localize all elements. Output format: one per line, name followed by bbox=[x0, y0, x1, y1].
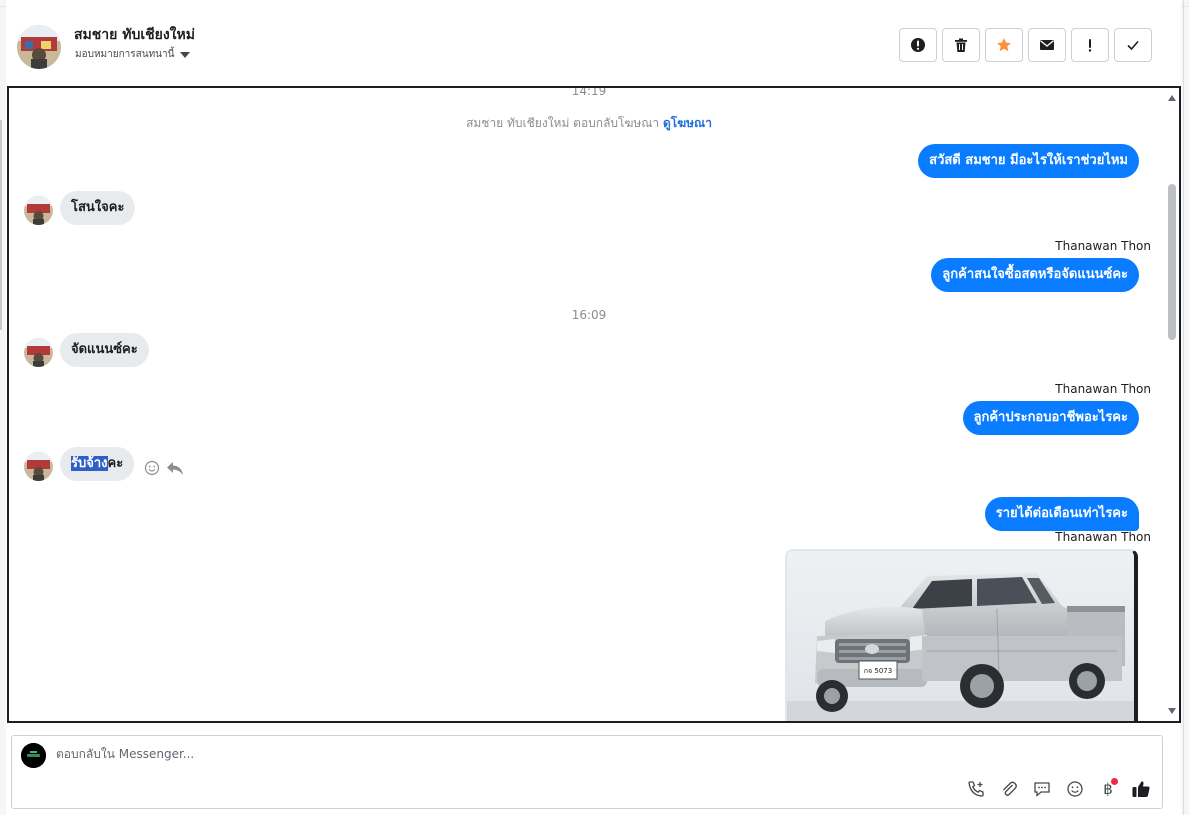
star-button[interactable] bbox=[985, 28, 1023, 62]
done-button[interactable] bbox=[1114, 28, 1152, 62]
selected-text: รับจ้าง bbox=[71, 456, 108, 471]
assign-label: มอบหมายการสนทนานี้ bbox=[75, 49, 175, 60]
message-composer: ฿ bbox=[11, 735, 1163, 809]
mark-unread-button[interactable] bbox=[1028, 28, 1066, 62]
sender-name: Thanawan Thon bbox=[1055, 382, 1151, 396]
conversation-header: สมชาย ทับเชียงใหม่ มอบหมายการสนทนานี้ bbox=[6, 8, 1181, 86]
check-icon bbox=[1127, 40, 1139, 51]
thread-scrollbar[interactable] bbox=[1165, 88, 1179, 721]
incoming-message[interactable]: โสนใจคะ bbox=[60, 191, 136, 225]
image-attachment[interactable]: กจ 5073 bbox=[785, 549, 1138, 721]
scroll-down-arrow-icon[interactable] bbox=[1168, 708, 1176, 714]
envelope-icon bbox=[1040, 40, 1054, 50]
baht-icon[interactable]: ฿ bbox=[1097, 778, 1119, 800]
contact-avatar-small[interactable] bbox=[24, 338, 53, 367]
outgoing-message[interactable]: ลูกค้าสนใจซื้อสดหรือจัดแนนซ์คะ bbox=[931, 258, 1139, 292]
star-icon bbox=[997, 38, 1011, 52]
left-edge-scrollbar[interactable] bbox=[0, 120, 2, 330]
contact-avatar[interactable] bbox=[17, 25, 61, 69]
composer-toolbar: ฿ bbox=[965, 778, 1152, 800]
exclamation-icon bbox=[1088, 39, 1092, 52]
view-ad-link[interactable]: ดูโฆษณา bbox=[663, 116, 712, 130]
call-plus-icon[interactable] bbox=[965, 778, 987, 800]
incoming-message[interactable]: จัดแนนซ์คะ bbox=[60, 333, 149, 367]
delete-button[interactable] bbox=[942, 28, 980, 62]
saved-replies-icon[interactable] bbox=[1031, 778, 1053, 800]
reply-icon[interactable] bbox=[166, 460, 184, 476]
message-hover-actions bbox=[144, 460, 184, 476]
thumbs-up-icon[interactable] bbox=[1130, 778, 1152, 800]
notification-dot bbox=[1111, 778, 1118, 785]
inbox-conversation-view: สมชาย ทับเชียงใหม่ มอบหมายการสนทนานี้ 14… bbox=[0, 0, 1189, 815]
page-avatar bbox=[21, 743, 46, 768]
spam-button[interactable] bbox=[899, 28, 937, 62]
timestamp: 16:09 bbox=[571, 308, 607, 322]
conversation-panel: สมชาย ทับเชียงใหม่ มอบหมายการสนทนานี้ 14… bbox=[6, 0, 1181, 815]
follow-up-button[interactable] bbox=[1071, 28, 1109, 62]
timestamp: 14:19 bbox=[571, 86, 607, 98]
emoji-icon[interactable] bbox=[1064, 778, 1086, 800]
contact-name: สมชาย ทับเชียงใหม่ bbox=[74, 27, 195, 43]
ad-reply-text: สมชาย ทับเชียงใหม่ ตอบกลับโฆษณา bbox=[466, 116, 660, 130]
right-divider bbox=[1183, 0, 1184, 815]
message-thread[interactable]: 14:19 สมชาย ทับเชียงใหม่ ตอบกลับโฆษณา ดู… bbox=[7, 86, 1181, 723]
scrollbar-thumb[interactable] bbox=[1168, 184, 1176, 340]
sender-name: Thanawan Thon bbox=[1055, 530, 1151, 544]
assign-conversation-dropdown[interactable]: มอบหมายการสนทนานี้ bbox=[75, 47, 191, 62]
caret-down-icon bbox=[180, 51, 191, 58]
pickup-truck-image: กจ 5073 bbox=[787, 551, 1134, 721]
outgoing-message[interactable]: สวัสดี สมชาย มีอะไรให้เราช่วยไหม bbox=[918, 144, 1139, 178]
incoming-message-selected[interactable]: รับจ้างคะ bbox=[60, 447, 135, 481]
trash-icon bbox=[955, 38, 967, 52]
paperclip-icon[interactable] bbox=[998, 778, 1020, 800]
react-emoji-icon[interactable] bbox=[144, 460, 160, 476]
sender-name: Thanawan Thon bbox=[1055, 239, 1151, 253]
message-text: คะ bbox=[107, 456, 124, 471]
plate-text: กจ 5073 bbox=[864, 667, 892, 675]
outgoing-message[interactable]: รายได้ต่อเดือนเท่าไรคะ bbox=[984, 497, 1139, 531]
contact-avatar-small[interactable] bbox=[24, 452, 53, 481]
reply-input[interactable] bbox=[56, 747, 656, 761]
header-actions bbox=[899, 28, 1152, 62]
scroll-up-arrow-icon[interactable] bbox=[1168, 95, 1176, 101]
ad-reply-notice: สมชาย ทับเชียงใหม่ ตอบกลับโฆษณา ดูโฆษณา bbox=[9, 114, 1169, 133]
contact-avatar-small[interactable] bbox=[24, 196, 53, 225]
alert-circle-icon bbox=[911, 38, 925, 52]
outgoing-message[interactable]: ลูกค้าประกอบอาชีพอะไรคะ bbox=[962, 401, 1139, 435]
